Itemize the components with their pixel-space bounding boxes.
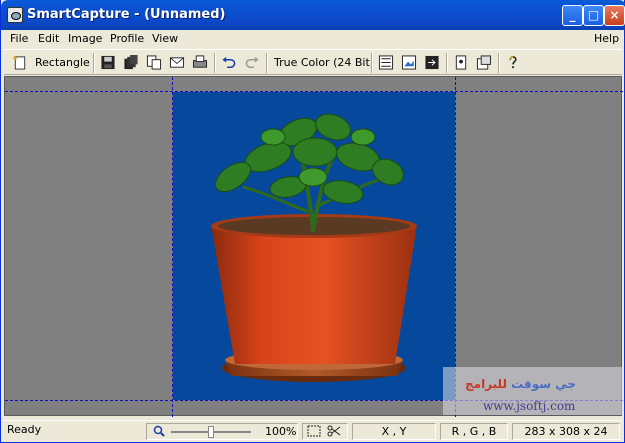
toolbar-separator xyxy=(93,53,95,73)
zoom-slider-thumb[interactable] xyxy=(208,426,214,438)
minimize-button[interactable]: _ xyxy=(562,5,583,26)
captured-image[interactable] xyxy=(173,92,455,400)
resize-canvas-icon[interactable] xyxy=(378,55,394,70)
status-text: Ready xyxy=(7,423,42,436)
rgb-panel: R , G , B xyxy=(440,423,508,440)
window-title: SmartCapture - (Unnamed) xyxy=(27,7,226,22)
menu-image[interactable]: Image xyxy=(68,32,102,45)
toolbar: Rectangle True Color (24 Bit) xyxy=(4,49,622,75)
copy-all-icon[interactable] xyxy=(123,55,139,70)
new-capture-icon[interactable] xyxy=(12,55,28,70)
app-window: SmartCapture - (Unnamed) _ □ × File Edit… xyxy=(0,0,625,443)
cut-icon[interactable] xyxy=(327,425,341,437)
selection-guide-right xyxy=(455,77,456,417)
capture-mode-label[interactable]: Rectangle xyxy=(35,56,90,69)
menu-file[interactable]: File xyxy=(10,32,28,45)
camera-icon[interactable] xyxy=(7,7,23,23)
status-bar: Ready 100% X , Y R , G , B 283 x 308 x 2… xyxy=(4,420,622,440)
toolbar-separator xyxy=(266,53,268,73)
toolbar-separator xyxy=(446,53,448,73)
settings-icon[interactable] xyxy=(476,55,492,70)
zoom-icon[interactable] xyxy=(153,425,165,437)
tool-panel xyxy=(302,423,348,440)
watermark-arabic: جي سوفت للبرامج xyxy=(465,377,577,391)
redo-icon[interactable] xyxy=(244,55,260,70)
coords-panel: X , Y xyxy=(352,423,436,440)
zoom-slider[interactable] xyxy=(171,426,251,438)
crop-icon[interactable] xyxy=(424,55,440,70)
plant-pot-image xyxy=(211,113,417,382)
maximize-button[interactable]: □ xyxy=(583,5,604,26)
fit-icon[interactable] xyxy=(307,425,321,437)
title-bar[interactable]: SmartCapture - (Unnamed) _ □ × xyxy=(1,0,625,30)
color-mode-label[interactable]: True Color (24 Bit) xyxy=(274,56,374,69)
image-icon[interactable] xyxy=(401,55,417,70)
undo-icon[interactable] xyxy=(221,55,237,70)
menu-profile[interactable]: Profile xyxy=(110,32,144,45)
close-button[interactable]: × xyxy=(604,5,625,26)
menu-bar: File Edit Image Profile View Help xyxy=(4,30,622,49)
canvas-workspace[interactable]: جي سوفت للبرامج www.jsoftj.com xyxy=(4,76,623,417)
image-size-panel: 283 x 308 x 24 xyxy=(512,423,620,440)
toolbar-separator xyxy=(214,53,216,73)
menu-help[interactable]: Help xyxy=(594,32,619,45)
menu-view[interactable]: View xyxy=(152,32,178,45)
toolbar-separator xyxy=(498,53,500,73)
watermark-url: www.jsoftj.com xyxy=(483,399,576,413)
toolbar-separator xyxy=(371,53,373,73)
zoom-panel: 100% xyxy=(146,423,298,440)
help-icon[interactable] xyxy=(505,55,521,70)
menu-edit[interactable]: Edit xyxy=(38,32,59,45)
print-icon[interactable] xyxy=(192,55,208,70)
zoom-value: 100% xyxy=(265,425,297,438)
properties-icon[interactable] xyxy=(453,55,469,70)
watermark-logo: جي سوفت للبرامج www.jsoftj.com xyxy=(443,367,623,415)
copy-icon[interactable] xyxy=(146,55,162,70)
save-icon[interactable] xyxy=(100,55,116,70)
mail-icon[interactable] xyxy=(169,55,185,70)
